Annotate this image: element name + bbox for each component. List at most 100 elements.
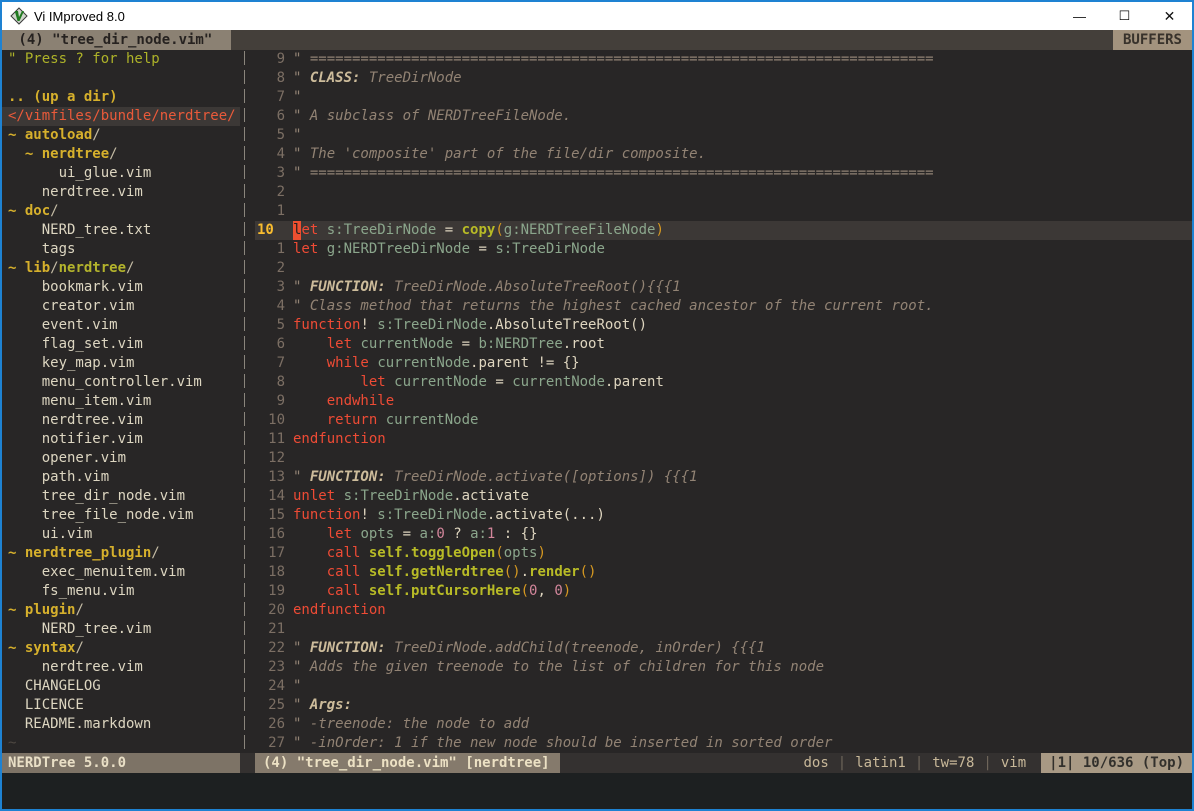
tree-item[interactable]: ~ syntax/ [2,639,240,658]
line-number-gap [285,373,293,392]
code-line[interactable]: 15function! s:TreeDirNode.activate(...) [255,506,1192,525]
maximize-button[interactable]: ☐ [1102,2,1147,30]
code-line[interactable]: 9 endwhile [255,392,1192,411]
tree-item[interactable]: tree_dir_node.vim [2,487,240,506]
syntax-segment [293,373,360,392]
syntax-segment [369,354,377,373]
code-line[interactable]: 4" The 'composite' part of the file/dir … [255,145,1192,164]
code-line[interactable]: 3" FUNCTION: TreeDirNode.AbsoluteTreeRoo… [255,278,1192,297]
line-number-gap [285,354,293,373]
code-line[interactable]: 25" Args: [255,696,1192,715]
code-line[interactable]: 6" A subclass of NERDTreeFileNode. [255,107,1192,126]
tree-item[interactable]: event.vim [2,316,240,335]
tree-item[interactable]: opener.vim [2,449,240,468]
tree-item[interactable]: ~ plugin/ [2,601,240,620]
code-line[interactable]: 9" =====================================… [255,50,1192,69]
tab-active-buffer[interactable]: (4) "tree_dir_node.vim" [2,30,231,50]
syntax-segment: 0 [554,582,562,601]
tree-item[interactable]: ui.vim [2,525,240,544]
tree-item[interactable]: ~ [2,734,240,753]
code-line[interactable]: 11endfunction [255,430,1192,449]
code-line[interactable]: 3" =====================================… [255,164,1192,183]
tree-item[interactable]: nerdtree.vim [2,183,240,202]
window-separator[interactable] [240,50,255,753]
code-line[interactable]: 2 [255,183,1192,202]
tree-item[interactable]: tree_file_node.vim [2,506,240,525]
tree-item[interactable]: README.markdown [2,715,240,734]
tree-item[interactable]: nerdtree.vim [2,658,240,677]
line-number: 16 [255,525,285,544]
tree-item[interactable]: nerdtree.vim [2,411,240,430]
code-line[interactable]: 23" Adds the given treenode to the list … [255,658,1192,677]
code-line[interactable]: 13" FUNCTION: TreeDirNode.activate([opti… [255,468,1192,487]
tree-item[interactable]: ~ autoload/ [2,126,240,145]
code-line[interactable]: 21 [255,620,1192,639]
tree-item[interactable]: fs_menu.vim [2,582,240,601]
code-line[interactable]: 22" FUNCTION: TreeDirNode.addChild(treen… [255,639,1192,658]
tree-item[interactable]: key_map.vim [2,354,240,373]
line-number-gap [285,164,293,183]
syntax-segment: return [327,411,378,430]
syntax-segment [335,487,343,506]
close-button[interactable]: ✕ [1147,2,1192,30]
code-line[interactable]: 8 let currentNode = currentNode.parent [255,373,1192,392]
minimize-button[interactable]: — [1057,2,1102,30]
tree-item[interactable]: menu_controller.vim [2,373,240,392]
tree-item[interactable] [2,69,240,88]
code-line[interactable]: 4" Class method that returns the highest… [255,297,1192,316]
code-line[interactable]: 26" -treenode: the node to add [255,715,1192,734]
code-line[interactable]: 12 [255,449,1192,468]
tree-item[interactable]: flag_set.vim [2,335,240,354]
tree-item[interactable]: CHANGELOG [2,677,240,696]
code-line[interactable]: 10 return currentNode [255,411,1192,430]
tree-item[interactable]: NERD_tree.vim [2,620,240,639]
syntax-segment: b:NERDTree [478,335,562,354]
code-line[interactable]: 1 [255,202,1192,221]
code-line[interactable]: 5function! s:TreeDirNode.AbsoluteTreeRoo… [255,316,1192,335]
code-line[interactable]: 10let s:TreeDirNode = copy(g:NERDTreeFil… [255,221,1192,240]
code-line[interactable]: 14unlet s:TreeDirNode.activate [255,487,1192,506]
code-line[interactable]: 7 while currentNode.parent != {} [255,354,1192,373]
command-line[interactable] [2,773,1192,809]
code-line[interactable]: 16 let opts = a:0 ? a:1 : {} [255,525,1192,544]
code-line[interactable]: 19 call self.putCursorHere(0, 0) [255,582,1192,601]
code-line[interactable]: 6 let currentNode = b:NERDTree.root [255,335,1192,354]
vim-logo-icon [10,7,28,25]
tree-item[interactable]: bookmark.vim [2,278,240,297]
tree-item[interactable]: ~ nerdtree/ [2,145,240,164]
tree-item[interactable]: ~ nerdtree_plugin/ [2,544,240,563]
tree-item[interactable]: " Press ? for help [2,50,240,69]
code-line[interactable]: 5" [255,126,1192,145]
tree-item[interactable]: creator.vim [2,297,240,316]
syntax-segment: " ======================================… [293,50,934,69]
tree-item[interactable]: </vimfiles/bundle/nerdtree/ [2,107,240,126]
code-line[interactable]: 18 call self.getNerdtree().render() [255,563,1192,582]
line-number: 6 [255,107,285,126]
tree-item[interactable]: menu_item.vim [2,392,240,411]
code-line[interactable]: 27" -inOrder: 1 if the new node should b… [255,734,1192,753]
tree-item[interactable]: ui_glue.vim [2,164,240,183]
status-separator: | [838,753,846,773]
tree-item[interactable]: .. (up a dir) [2,88,240,107]
line-number-gap [285,411,293,430]
tree-item[interactable]: path.vim [2,468,240,487]
code-line[interactable]: 2 [255,259,1192,278]
tree-item[interactable]: ~ lib/nerdtree/ [2,259,240,278]
tree-item[interactable]: NERD_tree.txt [2,221,240,240]
code-line[interactable]: 1let g:NERDTreeDirNode = s:TreeDirNode [255,240,1192,259]
code-line[interactable]: 17 call self.toggleOpen(opts) [255,544,1192,563]
title-bar[interactable]: Vi IMproved 8.0 — ☐ ✕ [2,2,1192,30]
syntax-segment: path.vim [8,469,109,485]
code-line[interactable]: 20endfunction [255,601,1192,620]
tree-item[interactable]: LICENCE [2,696,240,715]
code-line[interactable]: 8" CLASS: TreeDirNode [255,69,1192,88]
tree-item[interactable]: notifier.vim [2,430,240,449]
code-line[interactable]: 7" [255,88,1192,107]
tree-item[interactable]: ~ doc/ [2,202,240,221]
syntax-segment: s:TreeDirNode [327,221,437,240]
tree-item[interactable]: tags [2,240,240,259]
code-line[interactable]: 24" [255,677,1192,696]
tree-item[interactable]: exec_menuitem.vim [2,563,240,582]
syntax-segment: ) [563,582,571,601]
syntax-segment [8,146,25,162]
